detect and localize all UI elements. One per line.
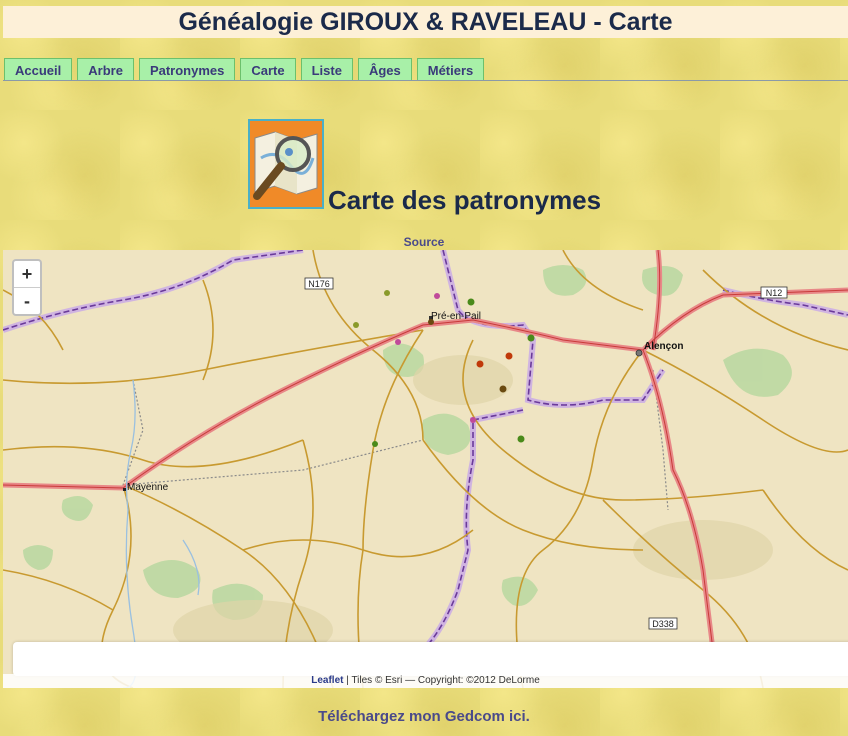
tab-arbre[interactable]: Arbre xyxy=(77,58,134,80)
marker[interactable] xyxy=(434,293,440,299)
marker[interactable] xyxy=(467,298,475,306)
marker[interactable] xyxy=(505,352,513,360)
marker[interactable] xyxy=(372,441,378,447)
place-mayenne: Mayenne xyxy=(127,482,169,493)
page-heading: Carte des patronymes xyxy=(328,185,602,215)
place-alencon: Alençon xyxy=(644,341,683,352)
map-attribution: Leaflet | Tiles © Esri — Copyright: ©201… xyxy=(3,674,848,688)
place-pre-en-pail: Pré-en-Pail xyxy=(431,311,481,322)
marker[interactable] xyxy=(499,385,507,393)
marker[interactable] xyxy=(517,435,525,443)
zoom-control: + - xyxy=(12,259,42,316)
svg-text:N12: N12 xyxy=(766,288,783,298)
marker[interactable] xyxy=(395,339,401,345)
marker[interactable] xyxy=(527,334,535,342)
marker[interactable] xyxy=(476,360,484,368)
tab-metiers[interactable]: Métiers xyxy=(416,58,485,80)
map-search-logo-icon xyxy=(247,118,325,210)
tab-liste[interactable]: Liste xyxy=(300,58,353,80)
nav-tabs: Accueil Arbre Patronymes Carte Liste Âge… xyxy=(4,58,489,81)
marker[interactable] xyxy=(470,417,476,423)
map-tiles: N176 N12 D338 Alençon Pré-en-Pail Mayenn… xyxy=(3,250,848,688)
road-shield-d338: D338 xyxy=(648,617,678,630)
zoom-in-button[interactable]: + xyxy=(14,261,40,287)
road-shield-n176: N176 xyxy=(304,277,334,290)
tab-carte[interactable]: Carte xyxy=(240,58,296,80)
attribution-text: | Tiles © Esri — Copyright: ©2012 DeLorm… xyxy=(343,675,540,686)
tabs-divider xyxy=(3,80,848,81)
svg-text:D338: D338 xyxy=(652,619,674,629)
zoom-out-button[interactable]: - xyxy=(14,287,40,314)
leaflet-link[interactable]: Leaflet xyxy=(311,675,343,686)
tab-ages[interactable]: Âges xyxy=(357,58,412,80)
map-overlay-panel xyxy=(13,642,848,676)
map-view[interactable]: N176 N12 D338 Alençon Pré-en-Pail Mayenn… xyxy=(3,250,848,688)
marker[interactable] xyxy=(353,322,359,328)
svg-text:N176: N176 xyxy=(308,279,330,289)
download-gedcom-link[interactable]: Téléchargez mon Gedcom ici. xyxy=(0,708,848,725)
source-link[interactable]: Source xyxy=(0,235,848,249)
marker[interactable] xyxy=(384,290,390,296)
road-shield-n12: N12 xyxy=(760,286,788,299)
marker[interactable] xyxy=(428,319,434,325)
tab-patronymes[interactable]: Patronymes xyxy=(138,58,236,80)
page-title: Généalogie GIROUX & RAVELEAU - Carte xyxy=(3,6,848,38)
tab-accueil[interactable]: Accueil xyxy=(4,58,73,80)
